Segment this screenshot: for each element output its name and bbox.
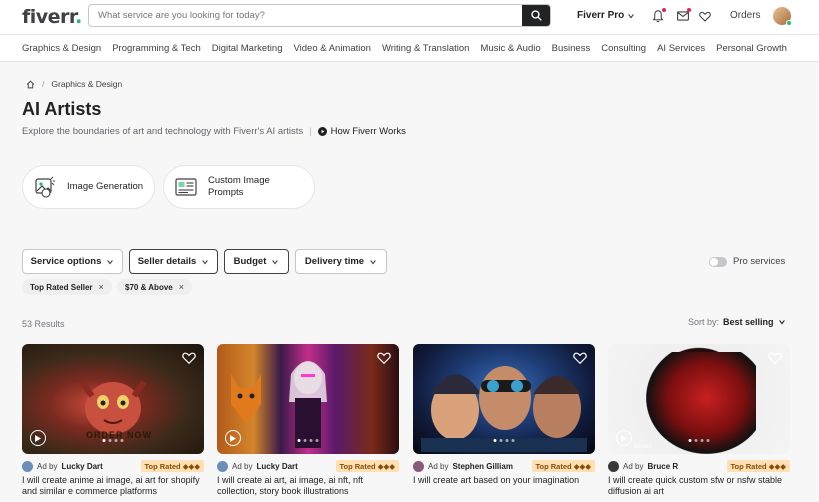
close-icon[interactable]: × xyxy=(99,282,104,292)
results-count: 53 Results xyxy=(22,319,65,329)
gig-card[interactable]: sovavi Ad by Bruce R Top Rated ◆◆◆ I wil… xyxy=(608,344,790,497)
filter-chip-price: $70 & Above × xyxy=(117,279,192,295)
seller-details-filter[interactable]: Seller details xyxy=(129,249,218,274)
gig-card[interactable]: Ad by Stephen Gilliam Top Rated ◆◆◆ I wi… xyxy=(413,344,595,486)
home-icon[interactable] xyxy=(26,79,35,89)
fiverr-pro-menu[interactable]: Fiverr Pro xyxy=(577,10,635,21)
category-programming-tech[interactable]: Programming & Tech xyxy=(112,43,201,54)
image-generation-icon xyxy=(33,175,57,199)
category-video-animation[interactable]: Video & Animation xyxy=(293,43,370,54)
messages-button[interactable] xyxy=(676,8,691,23)
chevron-down-icon xyxy=(778,320,785,325)
chevron-down-icon xyxy=(107,259,114,265)
user-avatar[interactable] xyxy=(773,7,792,26)
chevron-down-icon xyxy=(272,259,279,265)
carousel-dots xyxy=(102,439,124,442)
category-business[interactable]: Business xyxy=(552,43,591,54)
page-title: AI Artists xyxy=(22,99,102,119)
gig-title[interactable]: I will create art based on your imaginat… xyxy=(413,475,595,486)
gig-title[interactable]: I will create quick custom sfw or nsfw s… xyxy=(608,475,790,497)
seller-name[interactable]: Lucky Dart xyxy=(256,462,297,471)
favorite-heart-icon[interactable] xyxy=(573,351,587,365)
heart-icon xyxy=(699,11,711,22)
search-icon xyxy=(530,10,542,21)
category-personal-growth[interactable]: Personal Growth xyxy=(716,43,787,54)
gig-image[interactable] xyxy=(217,344,399,454)
gig-artwork xyxy=(289,361,327,448)
seller-name[interactable]: Lucky Dart xyxy=(61,462,102,471)
notifications-button[interactable] xyxy=(651,8,666,23)
online-indicator xyxy=(786,20,792,26)
subcategory-image-generation[interactable]: Image Generation xyxy=(22,165,155,209)
seller-name[interactable]: Stephen Gilliam xyxy=(452,462,512,471)
seller-avatar[interactable] xyxy=(413,460,424,472)
pro-services-toggle[interactable] xyxy=(709,256,727,267)
seller-name[interactable]: Bruce R xyxy=(647,462,678,471)
seller-avatar[interactable] xyxy=(217,460,228,472)
budget-filter[interactable]: Budget xyxy=(224,249,289,274)
page-subtitle: Explore the boundaries of art and techno… xyxy=(22,126,406,137)
filter-chip-top-rated-seller: Top Rated Seller × xyxy=(22,279,112,295)
favorite-heart-icon[interactable] xyxy=(768,351,782,365)
category-digital-marketing[interactable]: Digital Marketing xyxy=(212,43,283,54)
gig-seller: Ad by Stephen Gilliam Top Rated ◆◆◆ xyxy=(413,460,595,472)
carousel-dots xyxy=(493,439,515,442)
favorite-heart-icon[interactable] xyxy=(377,351,391,365)
category-ai-services[interactable]: AI Services xyxy=(657,43,705,54)
envelope-icon xyxy=(677,11,689,21)
gig-image[interactable]: sovavi xyxy=(608,344,790,454)
chevron-down-icon xyxy=(202,259,209,265)
gig-title[interactable]: I will create ai art, ai image, ai nft, … xyxy=(217,475,399,497)
play-icon[interactable] xyxy=(30,430,46,446)
top-rated-badge: Top Rated ◆◆◆ xyxy=(335,460,399,472)
search-input[interactable] xyxy=(89,5,522,26)
gig-seller: Ad by Lucky Dart Top Rated ◆◆◆ xyxy=(217,460,399,472)
play-icon[interactable] xyxy=(616,430,632,446)
gig-title[interactable]: I will create anime ai image, ai art for… xyxy=(22,475,204,497)
fiverr-logo[interactable]: fiverr. xyxy=(22,6,82,28)
category-nav: Graphics & Design Programming & Tech Dig… xyxy=(0,34,819,62)
chevron-down-icon xyxy=(370,259,376,265)
carousel-dots xyxy=(297,439,319,442)
gig-seller: Ad by Bruce R Top Rated ◆◆◆ xyxy=(608,460,790,472)
category-consulting[interactable]: Consulting xyxy=(601,43,646,54)
sort-by-dropdown[interactable]: Sort by: Best selling xyxy=(688,317,786,327)
chevron-down-icon xyxy=(628,13,635,19)
how-fiverr-works-link[interactable]: How Fiverr Works xyxy=(317,126,406,137)
pro-services-toggle-group: Pro services xyxy=(709,256,785,267)
top-rated-badge: Top Rated ◆◆◆ xyxy=(726,460,790,472)
custom-prompts-icon xyxy=(174,175,198,199)
gig-image[interactable] xyxy=(413,344,595,454)
gig-artwork xyxy=(421,366,587,452)
search-button[interactable] xyxy=(522,5,550,26)
category-graphics-design[interactable]: Graphics & Design xyxy=(22,43,101,54)
service-options-filter[interactable]: Service options xyxy=(22,249,123,274)
seller-avatar[interactable] xyxy=(22,460,33,472)
search-bar xyxy=(88,4,551,27)
category-writing-translation[interactable]: Writing & Translation xyxy=(382,43,469,54)
play-icon[interactable] xyxy=(225,430,241,446)
play-circle-icon xyxy=(317,127,327,136)
carousel-dots xyxy=(688,439,710,442)
breadcrumb-graphics-design[interactable]: Graphics & Design xyxy=(51,79,122,89)
favorite-heart-icon[interactable] xyxy=(182,351,196,365)
breadcrumb: / Graphics & Design xyxy=(26,79,122,89)
top-rated-badge: Top Rated ◆◆◆ xyxy=(140,460,204,472)
seller-avatar[interactable] xyxy=(608,460,619,472)
gig-seller: Ad by Lucky Dart Top Rated ◆◆◆ xyxy=(22,460,204,472)
orders-link[interactable]: Orders xyxy=(730,10,761,21)
notification-dot xyxy=(662,8,666,12)
top-rated-badge: Top Rated ◆◆◆ xyxy=(531,460,595,472)
message-dot xyxy=(687,8,691,12)
category-music-audio[interactable]: Music & Audio xyxy=(480,43,540,54)
delivery-time-filter[interactable]: Delivery time xyxy=(295,249,387,274)
gig-card[interactable]: ORDER NOW Ad by Lucky Dart Top Rated ◆◆◆… xyxy=(22,344,204,497)
gig-card[interactable]: Ad by Lucky Dart Top Rated ◆◆◆ I will cr… xyxy=(217,344,399,497)
subcategory-custom-image-prompts[interactable]: Custom Image Prompts xyxy=(163,165,315,209)
favorites-button[interactable] xyxy=(698,9,712,23)
gig-image[interactable]: ORDER NOW xyxy=(22,344,204,454)
close-icon[interactable]: × xyxy=(179,282,184,292)
